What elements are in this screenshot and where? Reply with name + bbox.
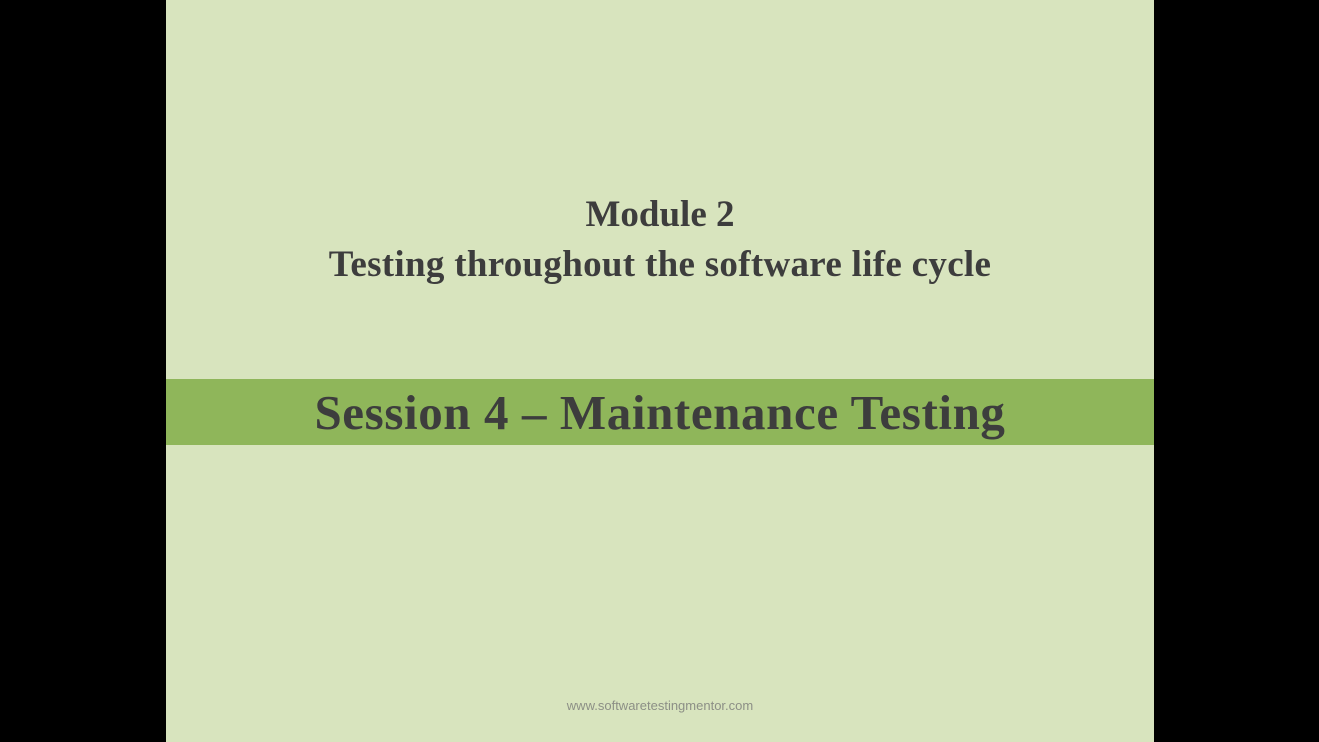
session-title: Session 4 – Maintenance Testing xyxy=(314,384,1006,440)
module-subtitle: Testing throughout the software life cyc… xyxy=(328,244,992,285)
presentation-slide: Module 2 Testing throughout the software… xyxy=(166,0,1154,742)
session-banner: Session 4 – Maintenance Testing xyxy=(166,379,1154,445)
module-label: Module 2 xyxy=(585,194,735,235)
footer-url: www.softwaretestingmentor.com xyxy=(566,698,754,713)
slide-title-block: Module 2 Testing throughout the software… xyxy=(166,190,1154,290)
video-frame: Module 2 Testing throughout the software… xyxy=(0,0,1319,742)
